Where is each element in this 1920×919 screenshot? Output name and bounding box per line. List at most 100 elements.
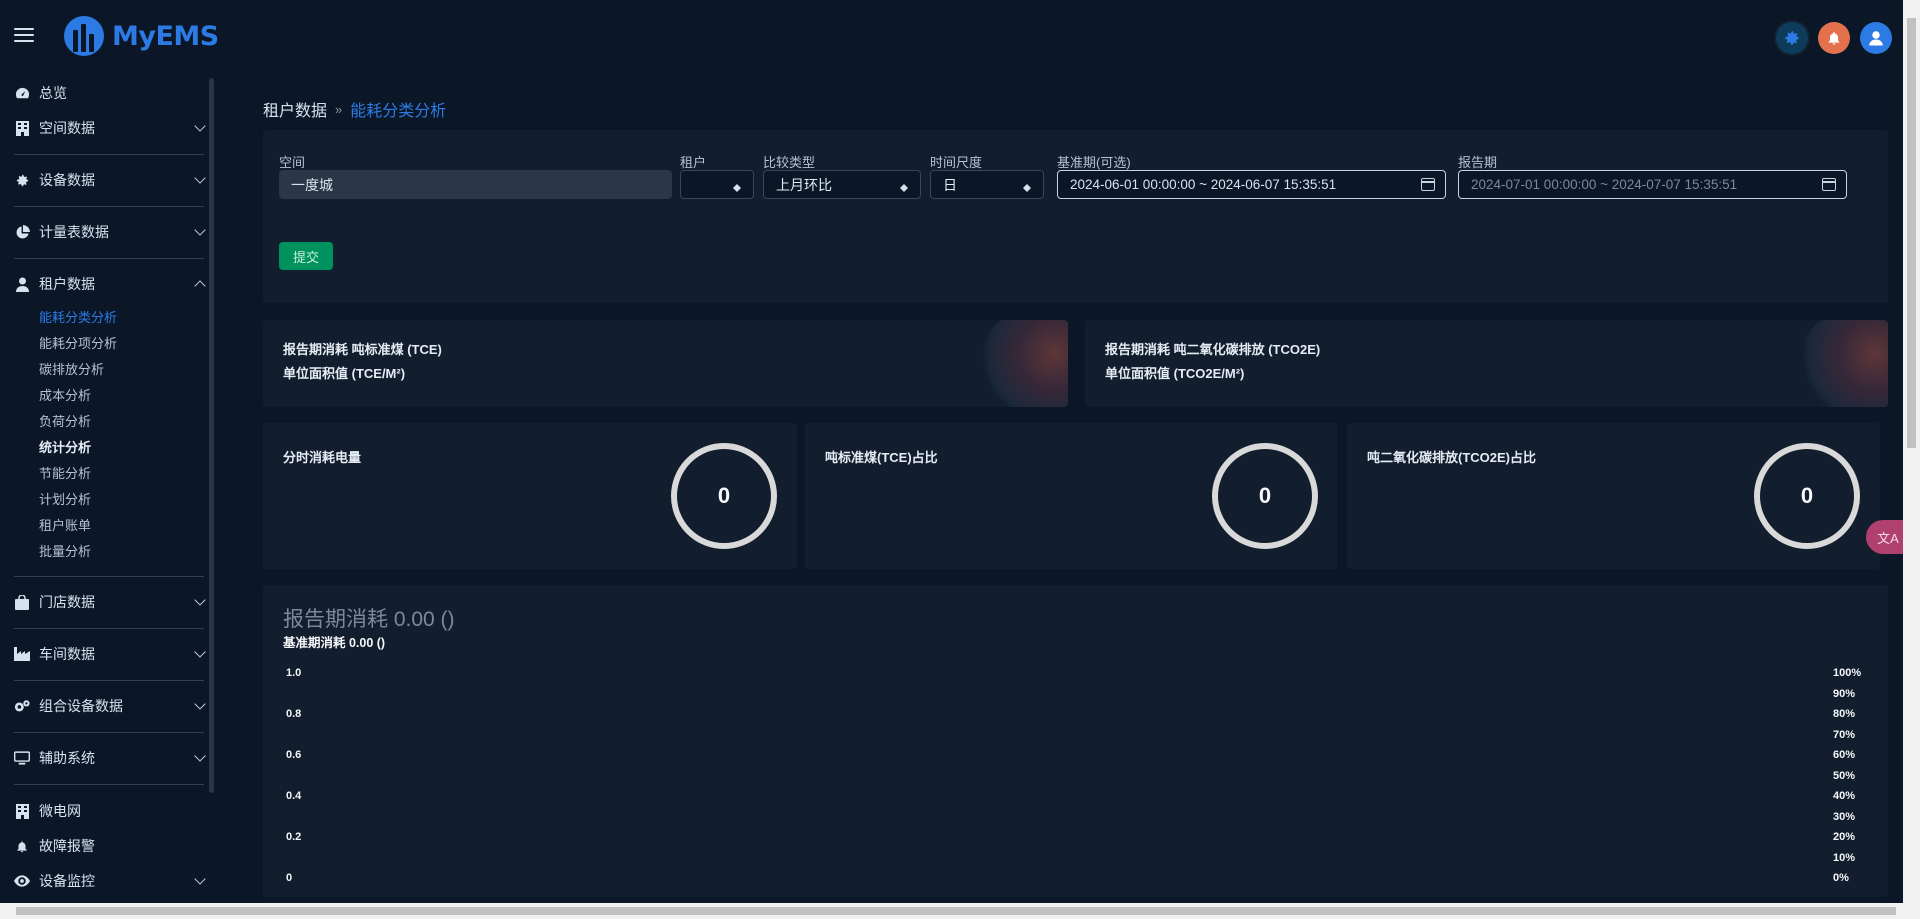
user-icon — [14, 276, 30, 292]
gauge-ring: 0 — [1754, 443, 1860, 549]
sidebar-item-label: 设备监控 — [39, 873, 95, 889]
filter-panel: 空间 一度城 租户 比较类型 上月环比 时间尺度 日 基准期(可选) 2024-… — [263, 130, 1888, 303]
industry-icon — [14, 646, 30, 662]
period-type-label: 时间尺度 — [930, 155, 983, 170]
sidebar-item-label: 设备数据 — [39, 172, 95, 188]
stat-card-title: 报告期消耗 吨标准煤 (TCE) — [283, 342, 442, 357]
menu-toggle-icon[interactable] — [14, 28, 34, 42]
submenu-item-statistics[interactable]: 统计分析 — [39, 437, 91, 456]
report-period-value: 2024-07-01 00:00:00 ~ 2024-07-07 15:35:5… — [1471, 177, 1738, 192]
chevron-down-icon — [194, 120, 206, 132]
tenant-select[interactable] — [680, 170, 754, 199]
sidebar-item-meter-data[interactable]: 计量表数据 — [14, 221, 206, 243]
y-axis-tick-label: 0.4 — [286, 790, 302, 802]
submenu-item-bill[interactable]: 租户账单 — [39, 515, 91, 534]
calendar-icon[interactable] — [1822, 178, 1836, 191]
gauge-card-tco2e-ratio: 吨二氧化碳排放(TCO2E)占比 0 — [1347, 423, 1880, 569]
sidebar-item-tenant-data[interactable]: 租户数据 — [14, 273, 206, 295]
gauge-ring: 0 — [671, 443, 777, 549]
chevron-down-icon — [194, 224, 206, 236]
pie-chart-icon — [14, 224, 30, 240]
sidebar-scrollbar[interactable] — [209, 78, 214, 793]
sidebar-item-equipment-monitor[interactable]: 设备监控 — [14, 870, 206, 892]
gauge-ring: 0 — [1212, 443, 1318, 549]
submenu-item-load[interactable]: 负荷分析 — [39, 411, 91, 430]
breadcrumb-separator: » — [335, 101, 343, 117]
breadcrumb-parent[interactable]: 租户数据 — [263, 97, 327, 121]
gauge-card-tce-ratio: 吨标准煤(TCE)占比 0 — [805, 423, 1337, 569]
user-avatar-icon[interactable] — [1860, 22, 1892, 54]
report-period-input[interactable]: 2024-07-01 00:00:00 ~ 2024-07-07 15:35:5… — [1458, 170, 1847, 199]
y-axis-tick-label: 0.6 — [286, 749, 302, 761]
settings-gear-icon[interactable] — [1776, 22, 1808, 54]
base-period-value: 2024-06-01 00:00:00 ~ 2024-06-07 15:35:5… — [1070, 177, 1337, 192]
sidebar-item-equipment-data[interactable]: 设备数据 — [14, 169, 206, 191]
sidebar-item-fault-alarm[interactable]: 故障报警 — [14, 835, 204, 857]
sidebar-item-label: 组合设备数据 — [39, 698, 123, 714]
y2-axis-tick-label: 0% — [1833, 872, 1849, 884]
sidebar-item-label: 车间数据 — [39, 646, 95, 662]
chevron-down-icon — [194, 594, 206, 606]
sidebar-item-combined-equipment[interactable]: 组合设备数据 — [14, 695, 206, 717]
sidebar-item-label: 微电网 — [39, 803, 81, 819]
sidebar-item-microgrid[interactable]: 微电网 — [14, 800, 204, 822]
y2-axis-tick-label: 70% — [1833, 728, 1856, 741]
sidebar-item-space-data[interactable]: 空间数据 — [14, 117, 206, 139]
period-type-select[interactable]: 日 — [930, 170, 1044, 199]
sidebar: 总览 空间数据 设备数据 计量表数据 租户数据 能耗分类分析 能耗分项分析 碳排… — [0, 78, 218, 908]
compare-type-select[interactable]: 上月环比 — [763, 170, 921, 199]
chevron-down-icon — [194, 873, 206, 885]
page-scrollbar[interactable] — [1903, 0, 1920, 903]
notification-bell-icon[interactable] — [1818, 22, 1850, 54]
compare-type-value: 上月环比 — [776, 176, 832, 193]
submenu-item-energy-item[interactable]: 能耗分项分析 — [39, 333, 117, 352]
monitor-icon — [14, 750, 30, 766]
space-field[interactable]: 一度城 — [279, 170, 672, 199]
sidebar-item-label: 门店数据 — [39, 594, 95, 610]
sidebar-item-label: 故障报警 — [39, 838, 95, 854]
sidebar-item-label: 计量表数据 — [39, 224, 109, 240]
bell-icon — [14, 838, 30, 854]
y-axis-tick-label: 0 — [286, 872, 293, 884]
breadcrumb-current: 能耗分类分析 — [350, 103, 447, 120]
base-period-input[interactable]: 2024-06-01 00:00:00 ~ 2024-06-07 15:35:5… — [1057, 170, 1446, 199]
y2-axis-tick-label: 40% — [1833, 790, 1856, 802]
submenu-item-cost[interactable]: 成本分析 — [39, 385, 91, 404]
submenu-item-plan[interactable]: 计划分析 — [39, 489, 91, 508]
submenu-item-energy-category[interactable]: 能耗分类分析 — [39, 307, 117, 326]
gauge-card-tou-electricity: 分时消耗电量 0 — [263, 423, 797, 569]
chevron-up-icon — [194, 280, 206, 292]
sidebar-item-overview[interactable]: 总览 — [14, 82, 204, 104]
base-period-label: 基准期(可选) — [1057, 155, 1131, 170]
sidebar-item-workshop-data[interactable]: 车间数据 — [14, 643, 206, 665]
chevron-down-icon — [194, 698, 206, 710]
building-icon — [14, 803, 30, 819]
sidebar-item-auxiliary[interactable]: 辅助系统 — [14, 747, 206, 769]
chevron-down-icon — [194, 172, 206, 184]
y2-axis-tick-label: 90% — [1833, 687, 1856, 700]
submenu-item-saving[interactable]: 节能分析 — [39, 463, 91, 482]
horizontal-scrollbar[interactable] — [0, 903, 1920, 919]
sidebar-item-label: 辅助系统 — [39, 750, 95, 766]
submenu-item-carbon[interactable]: 碳排放分析 — [39, 359, 104, 378]
building-icon — [14, 120, 30, 136]
submit-button[interactable]: 提交 — [279, 242, 333, 270]
sidebar-item-store-data[interactable]: 门店数据 — [14, 591, 206, 613]
submenu-item-batch[interactable]: 批量分析 — [39, 541, 91, 560]
gauge-title: 吨二氧化碳排放(TCO2E)占比 — [1367, 450, 1537, 465]
sidebar-item-label: 总览 — [39, 85, 67, 101]
chevron-down-icon — [194, 646, 206, 658]
space-label: 空间 — [279, 155, 306, 170]
card-decoration — [978, 320, 1068, 407]
shopping-bag-icon — [14, 594, 30, 610]
chart-panel: 报告期消耗 0.00 () 基准期消耗 0.00 () 1.0 0.8 0.6 0.4… — [263, 585, 1888, 897]
breadcrumb: 租户数据 » 能耗分类分析 — [263, 97, 446, 121]
app-logo[interactable]: MyEMS — [64, 16, 219, 56]
gears-icon — [14, 698, 30, 714]
calendar-icon[interactable] — [1421, 178, 1435, 191]
gauge-title: 吨标准煤(TCE)占比 — [825, 450, 938, 465]
period-type-value: 日 — [943, 176, 957, 193]
y2-axis-tick-label: 10% — [1833, 851, 1856, 864]
card-decoration — [1798, 320, 1888, 407]
y2-axis-tick-label: 100% — [1833, 667, 1862, 679]
